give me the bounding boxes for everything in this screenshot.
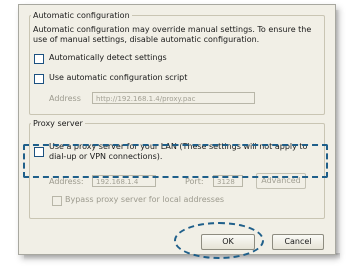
auto-config-script-checkbox[interactable]	[34, 74, 44, 84]
auto-config-script-label[interactable]: Use automatic configuration script	[49, 73, 187, 83]
proxy-server-legend: Proxy server	[31, 119, 85, 129]
automatic-configuration-legend: Automatic configuration	[31, 11, 132, 21]
cancel-button[interactable]: Cancel	[272, 234, 324, 250]
script-address-label: Address	[49, 94, 81, 103]
lan-settings-dialog: Automatic configuration Automatic config…	[18, 4, 336, 255]
proxy-port-label: Port:	[185, 177, 204, 186]
auto-config-description: use of manual settings, disable automati…	[33, 35, 260, 44]
proxy-highlight-box	[23, 144, 328, 178]
auto-detect-checkbox[interactable]	[34, 54, 44, 64]
proxy-address-label: Address:	[49, 177, 84, 186]
auto-detect-label[interactable]: Automatically detect settings	[49, 53, 167, 63]
auto-config-description: Automatic configuration may override man…	[33, 25, 312, 34]
bypass-local-checkbox[interactable]	[52, 196, 62, 206]
script-address-field[interactable]: http://192.168.1.4/proxy.pac	[92, 92, 255, 104]
bypass-local-label[interactable]: Bypass proxy server for local addresses	[65, 195, 224, 205]
ok-highlight-ellipse	[174, 222, 264, 259]
